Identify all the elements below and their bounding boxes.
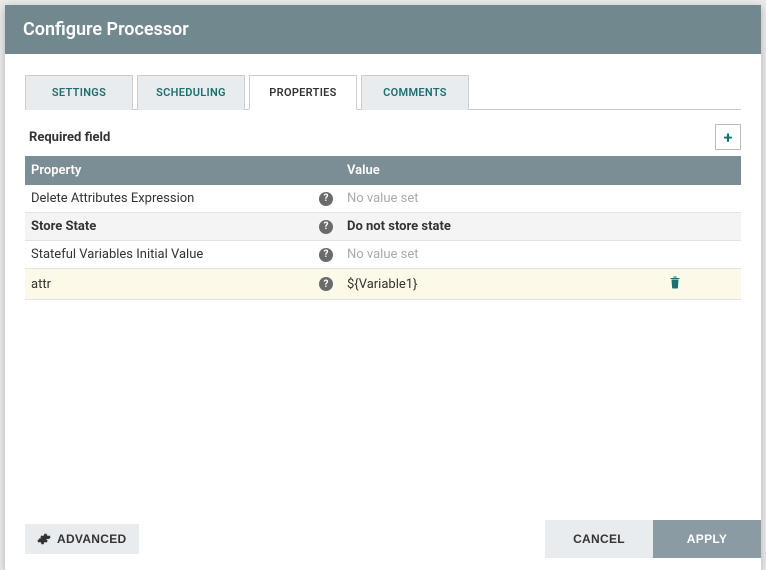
tab-settings[interactable]: SETTINGS bbox=[25, 75, 133, 110]
tab-scheduling[interactable]: SCHEDULING bbox=[137, 75, 245, 110]
tab-properties[interactable]: PROPERTIES bbox=[249, 75, 357, 110]
section-title: Required field bbox=[25, 130, 110, 145]
property-value[interactable]: No value set bbox=[347, 247, 419, 262]
col-header-actions bbox=[663, 156, 741, 185]
dialog-title: Configure Processor bbox=[5, 5, 761, 54]
apply-button[interactable]: APPLY bbox=[653, 520, 761, 558]
property-value[interactable]: ${Variable1} bbox=[347, 277, 417, 292]
property-name: Delete Attributes Expression bbox=[31, 191, 194, 206]
trash-icon[interactable] bbox=[669, 275, 681, 289]
help-icon[interactable]: ? bbox=[319, 277, 333, 291]
cancel-button[interactable]: CANCEL bbox=[545, 520, 653, 558]
property-value[interactable]: No value set bbox=[347, 191, 419, 206]
help-icon[interactable]: ? bbox=[319, 220, 333, 234]
property-name: Stateful Variables Initial Value bbox=[31, 247, 203, 262]
help-icon[interactable]: ? bbox=[319, 248, 333, 262]
properties-table: Property Value Delete Attributes Express… bbox=[25, 156, 741, 300]
tab-comments[interactable]: COMMENTS bbox=[361, 75, 469, 110]
col-header-value: Value bbox=[341, 156, 663, 185]
gear-icon bbox=[37, 532, 51, 546]
add-property-button[interactable]: + bbox=[715, 124, 741, 150]
table-row[interactable]: Stateful Variables Initial Value? No valu… bbox=[25, 241, 741, 269]
property-name: attr bbox=[31, 277, 51, 292]
table-row[interactable]: Delete Attributes Expression? No value se… bbox=[25, 185, 741, 213]
tab-bar: SETTINGSSCHEDULINGPROPERTIESCOMMENTS bbox=[25, 74, 741, 110]
plus-icon: + bbox=[724, 128, 733, 147]
table-row[interactable]: Store State? Do not store state bbox=[25, 213, 741, 241]
col-header-property: Property bbox=[25, 156, 341, 185]
property-name: Store State bbox=[31, 219, 96, 234]
advanced-label: ADVANCED bbox=[57, 532, 127, 546]
configure-processor-dialog: Configure Processor SETTINGSSCHEDULINGPR… bbox=[5, 5, 761, 570]
advanced-button[interactable]: ADVANCED bbox=[25, 524, 139, 554]
table-row[interactable]: attr? ${Variable1} bbox=[25, 269, 741, 300]
property-value[interactable]: Do not store state bbox=[347, 219, 451, 234]
help-icon[interactable]: ? bbox=[319, 192, 333, 206]
